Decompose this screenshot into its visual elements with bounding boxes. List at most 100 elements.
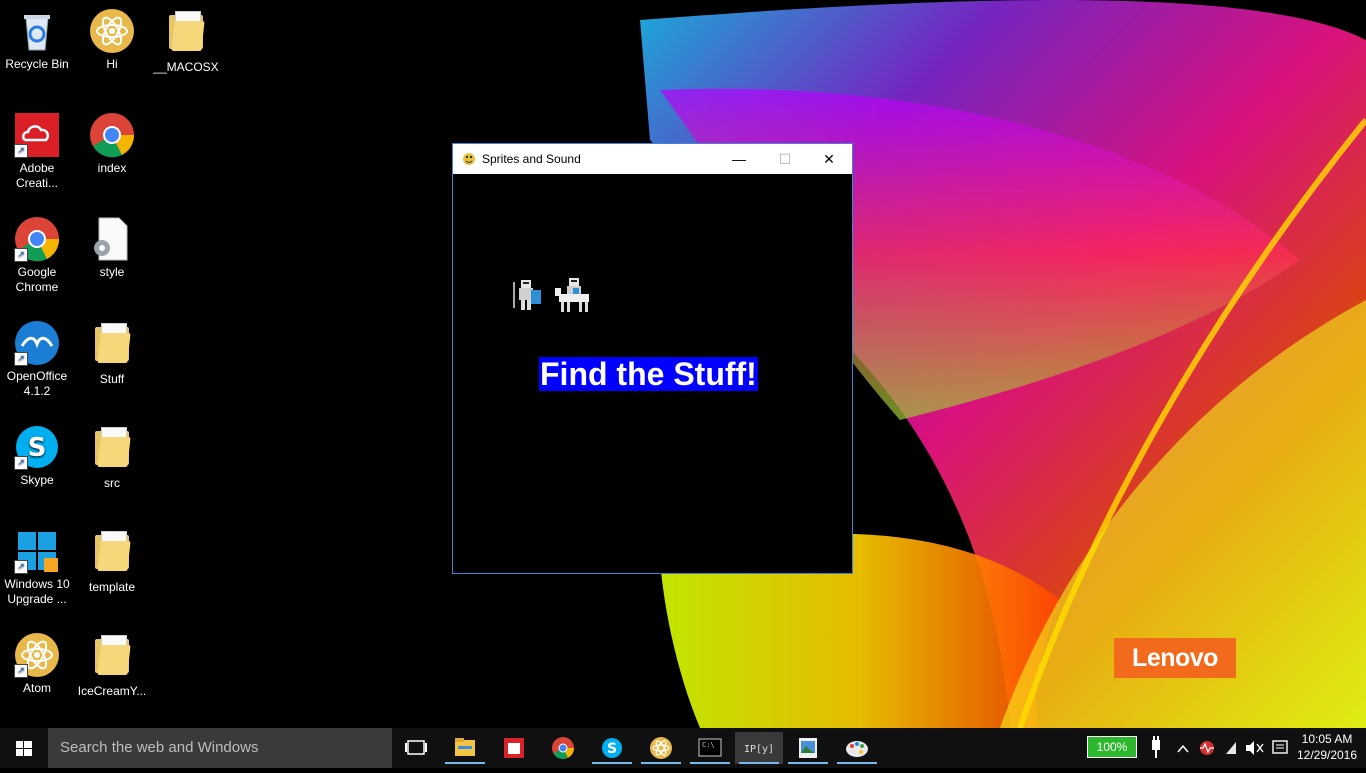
desktop-icon-adobe-creative-cloud[interactable]: ↗ Adobe Creati... — [1, 112, 73, 191]
find-the-stuff-banner: Find the Stuff! — [539, 356, 758, 392]
svg-text:S: S — [607, 741, 617, 757]
svg-text:IP[y]: IP[y] — [744, 744, 774, 755]
taskbar-search-box[interactable]: Search the web and Windows — [48, 728, 392, 768]
desktop-icon-stuff[interactable]: Stuff — [76, 320, 148, 387]
desktop-icon-hi[interactable]: Hi — [76, 8, 148, 72]
maximize-icon: ☐ — [778, 151, 792, 167]
close-button[interactable]: ✕ — [806, 144, 852, 174]
app-window[interactable]: Sprites and Sound — ☐ ✕ Find the Stuff! — [452, 143, 853, 574]
folder-icon — [89, 635, 135, 681]
activity-monitor-icon — [1200, 741, 1214, 755]
taskbar-atom[interactable] — [637, 732, 685, 764]
task-view-button[interactable] — [392, 732, 440, 764]
reader-icon — [504, 738, 524, 758]
task-view-icon — [405, 740, 427, 755]
folder-icon — [89, 427, 135, 473]
svg-text:C:\: C:\ — [702, 741, 715, 749]
atom-icon — [89, 8, 135, 54]
chrome-icon — [552, 737, 574, 759]
start-button[interactable] — [0, 728, 48, 768]
paint-palette-icon — [846, 741, 868, 757]
windows-logo-icon: ↗ — [14, 528, 60, 574]
desktop-icon-openoffice[interactable]: ↗ OpenOffice 4.1.2 — [1, 320, 73, 399]
taskbar-reader-app[interactable] — [490, 732, 538, 764]
ipython-icon: IP[y] — [744, 739, 774, 757]
desktop-icon-index[interactable]: index — [76, 112, 148, 176]
game-canvas[interactable]: Find the Stuff! — [453, 174, 852, 573]
recycle-bin-icon — [14, 8, 60, 54]
shortcut-arrow-icon: ↗ — [14, 144, 28, 158]
desktop-icon-label: Atom — [22, 681, 51, 695]
desktop-icon-label: Recycle Bin — [5, 57, 69, 71]
skype-icon: S — [602, 738, 622, 758]
taskbar-paint[interactable] — [833, 732, 881, 764]
window-title: Sprites and Sound — [482, 152, 581, 166]
action-center-icon — [1272, 740, 1288, 754]
shortcut-arrow-icon: ↗ — [14, 352, 28, 366]
horse-rider-sprite-icon — [555, 276, 591, 319]
shortcut-arrow-icon: ↗ — [14, 248, 28, 262]
desktop-icon-label: Hi — [106, 57, 118, 71]
taskbar-picture-viewer[interactable] — [784, 732, 832, 764]
volume-muted-icon — [1246, 741, 1264, 755]
desktop-icon-label: Skype — [20, 473, 54, 487]
chrome-icon — [89, 112, 135, 158]
taskbar: Search the web and Windows S C:\ IP[y] 1… — [0, 728, 1366, 768]
adobe-creative-cloud-icon: ↗ — [14, 112, 60, 158]
folder-icon — [89, 531, 135, 577]
desktop-icon-src[interactable]: src — [76, 424, 148, 491]
desktop-icon-label: style — [99, 265, 125, 279]
clock-time: 10:05 AM — [1301, 732, 1353, 746]
battery-indicator[interactable]: 100% — [1087, 736, 1137, 758]
close-icon: ✕ — [823, 151, 835, 167]
desktop-icon-icecreamy[interactable]: IceCreamY... — [76, 632, 148, 699]
settings-file-icon — [89, 216, 135, 262]
shortcut-arrow-icon: ↗ — [14, 560, 28, 574]
skype-icon: S ↗ — [14, 424, 60, 470]
atom-icon — [650, 737, 672, 759]
desktop-icon-label: Stuff — [99, 372, 125, 386]
desktop-icon-label: src — [104, 476, 120, 490]
shortcut-arrow-icon: ↗ — [14, 456, 28, 470]
desktop-icon-style[interactable]: style — [76, 216, 148, 280]
chevron-up-icon — [1177, 744, 1189, 753]
folder-icon — [89, 323, 135, 369]
shortcut-arrow-icon: ↗ — [14, 664, 28, 678]
desktop-icon-label: Adobe Creati... — [15, 161, 58, 190]
knight-sprite-icon — [511, 278, 543, 319]
chrome-icon: ↗ — [14, 216, 60, 262]
desktop-icon-label: Windows 10 Upgrade ... — [4, 577, 70, 606]
desktop-icon-label: template — [88, 580, 136, 594]
taskbar-command-prompt[interactable]: C:\ — [686, 732, 734, 764]
pygame-snake-icon — [462, 152, 476, 166]
taskbar-chrome[interactable] — [539, 732, 587, 764]
desktop-icon-google-chrome[interactable]: ↗ Google Chrome — [1, 216, 73, 295]
lenovo-logo: Lenovo — [1114, 638, 1236, 678]
minimize-icon: — — [732, 151, 746, 167]
desktop-icon-label: Google Chrome — [15, 265, 59, 294]
window-titlebar[interactable]: Sprites and Sound — ☐ ✕ — [453, 144, 852, 174]
taskbar-clock[interactable]: 10:05 AM 12/29/2016 — [1294, 731, 1360, 763]
desktop-icon-label: OpenOffice 4.1.2 — [6, 369, 68, 398]
clock-date: 12/29/2016 — [1296, 748, 1358, 762]
taskbar-ipython[interactable]: IP[y] — [735, 732, 783, 764]
desktop-icon-macosx[interactable]: __MACOSX — [150, 8, 222, 75]
file-explorer-icon — [455, 738, 475, 756]
desktop-icon-recycle-bin[interactable]: Recycle Bin — [1, 8, 73, 72]
minimize-button[interactable]: — — [716, 144, 762, 174]
desktop-icon-atom[interactable]: ↗ Atom — [1, 632, 73, 696]
taskbar-skype[interactable]: S — [588, 732, 636, 764]
maximize-button[interactable]: ☐ — [762, 144, 808, 174]
desktop-icon-label: __MACOSX — [153, 60, 219, 74]
power-plug-icon — [1152, 736, 1160, 758]
taskbar-file-explorer[interactable] — [441, 732, 489, 764]
atom-icon: ↗ — [14, 632, 60, 678]
folder-icon — [163, 11, 209, 57]
svg-text:S: S — [28, 433, 47, 463]
desktop-icon-windows-10-upgrade[interactable]: ↗ Windows 10 Upgrade ... — [1, 528, 73, 607]
openoffice-icon: ↗ — [14, 320, 60, 366]
desktop-icon-template[interactable]: template — [76, 528, 148, 595]
picture-viewer-icon — [799, 738, 817, 758]
desktop-icon-skype[interactable]: S ↗ Skype — [1, 424, 73, 488]
terminal-icon: C:\ — [698, 738, 722, 757]
